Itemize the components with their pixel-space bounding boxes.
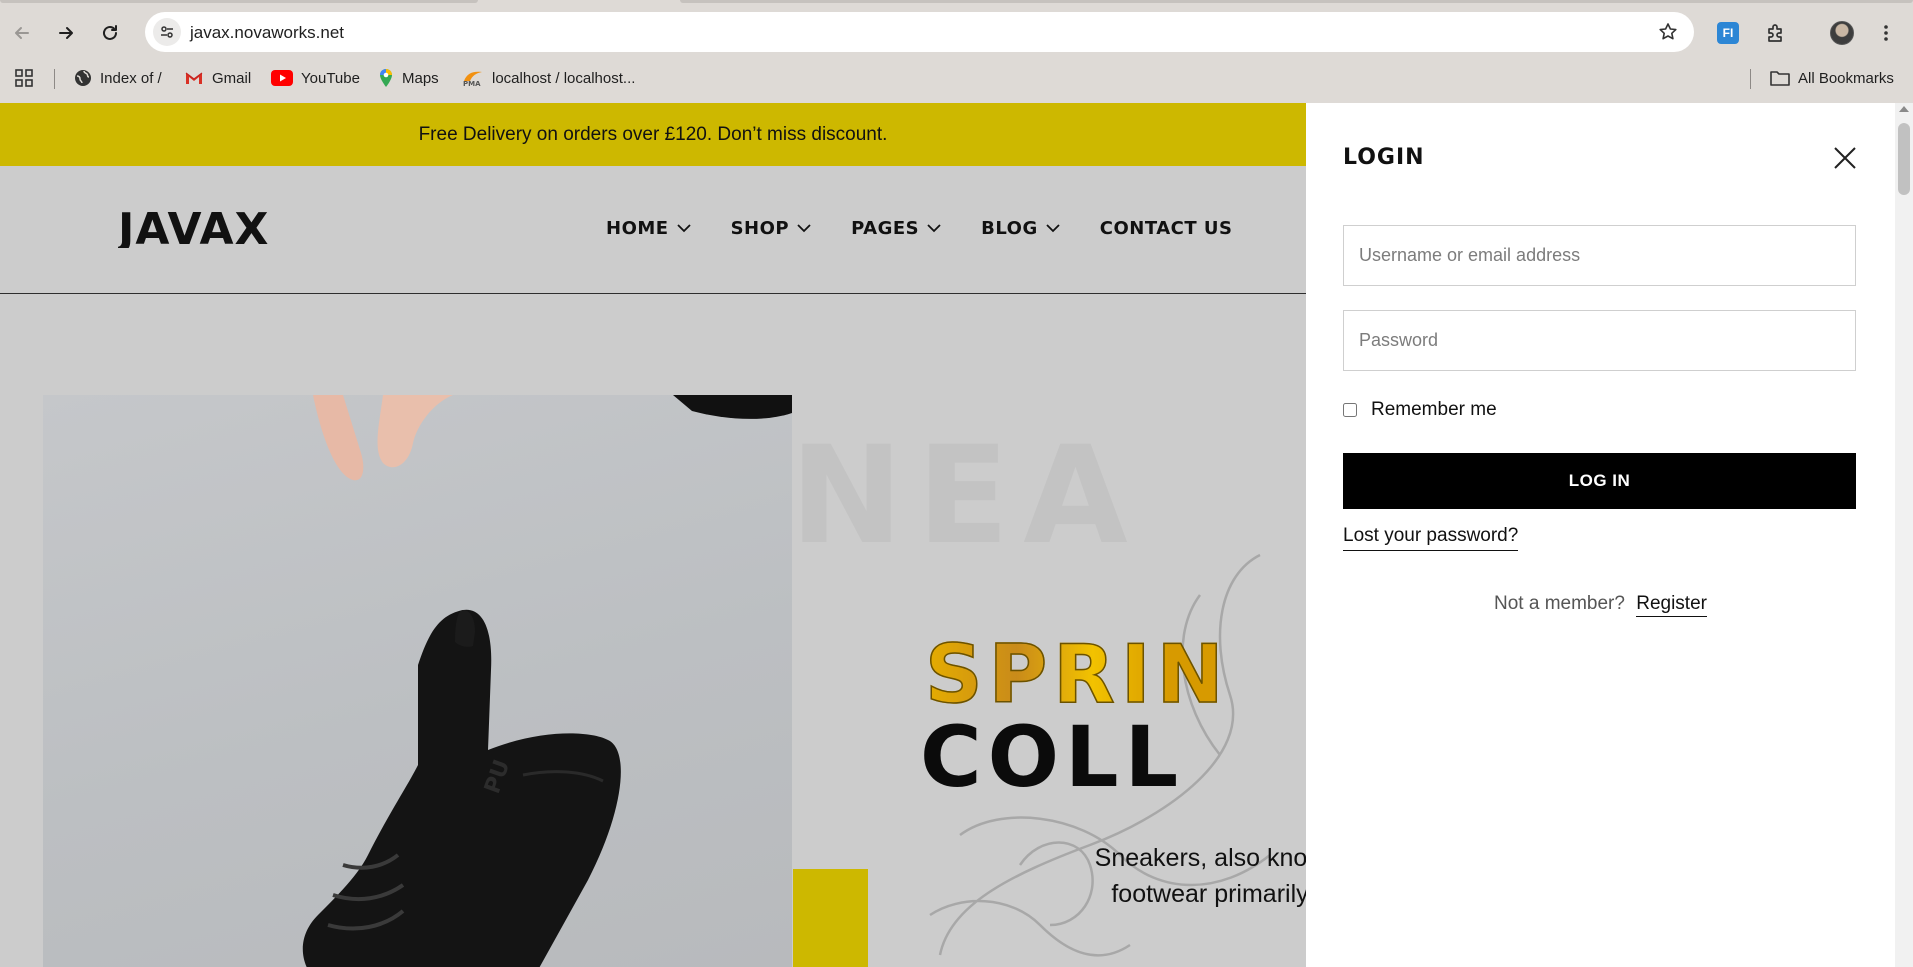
chevron-down-icon	[797, 224, 811, 233]
bookmark-index[interactable]: Index of /	[74, 65, 162, 91]
bookmark-label: Maps	[402, 69, 439, 87]
hero-description-line: Sneakers, also know	[1094, 844, 1306, 872]
page-scrollbar[interactable]	[1895, 103, 1913, 967]
hero-description: Sneakers, also know footwear primarily	[1000, 840, 1306, 912]
hero-description-line: footwear primarily	[1111, 880, 1306, 908]
extension-fi-button[interactable]: FI	[1714, 19, 1742, 47]
brand-logo[interactable]: JAVAX	[115, 204, 282, 255]
url-text[interactable]: javax.novaworks.net	[190, 23, 344, 43]
main-menu: HOME SHOP PAGES BLOG CONTACT US	[606, 218, 1232, 239]
youtube-icon	[271, 70, 293, 86]
apps-grid-icon	[15, 69, 33, 87]
bookmark-star-button[interactable]	[1658, 22, 1678, 47]
scroll-thumb[interactable]	[1898, 123, 1910, 195]
chevron-down-icon	[676, 224, 691, 233]
bookmarks-separator	[54, 69, 55, 89]
menu-item-shop[interactable]: SHOP	[731, 218, 812, 239]
bookmark-localhost[interactable]: PMA localhost / localhost...	[462, 65, 635, 91]
address-bar[interactable]: javax.novaworks.net	[145, 12, 1694, 52]
reload-button[interactable]	[96, 19, 124, 47]
scroll-up-arrow-icon[interactable]	[1899, 106, 1909, 112]
close-drawer-button[interactable]	[1832, 145, 1858, 171]
avatar	[1830, 21, 1854, 45]
menu-item-blog[interactable]: BLOG	[981, 218, 1060, 239]
tab-edge	[680, 0, 1913, 3]
menu-label: PAGES	[851, 218, 920, 239]
tune-icon	[161, 26, 173, 38]
hero-title-line-2: COLL	[920, 708, 1185, 806]
menu-label: HOME	[606, 218, 669, 239]
svg-text:JAVAX: JAVAX	[118, 206, 269, 248]
profile-button[interactable]	[1828, 19, 1856, 47]
globe-icon	[75, 70, 91, 86]
bookmark-label: YouTube	[301, 69, 360, 87]
back-button[interactable]	[8, 19, 36, 47]
extensions-button[interactable]	[1762, 19, 1790, 47]
bookmark-label: Gmail	[212, 69, 252, 87]
kebab-menu-icon	[1884, 25, 1888, 41]
menu-label: SHOP	[730, 218, 790, 239]
svg-text:PMA: PMA	[463, 80, 481, 87]
bookmark-youtube[interactable]: YouTube	[271, 65, 360, 91]
all-bookmarks-button[interactable]: All Bookmarks	[1770, 65, 1894, 91]
register-link[interactable]: Register	[1636, 593, 1707, 617]
forward-arrow-icon	[59, 27, 73, 39]
hero-section: NEA PU SPRIN COLL Sneakers, also know fo…	[0, 295, 1306, 967]
javax-logo-icon: JAVAX	[115, 204, 269, 255]
folder-icon	[1770, 71, 1790, 86]
star-icon	[1659, 23, 1677, 40]
forward-button[interactable]	[52, 19, 80, 47]
menu-item-home[interactable]: HOME	[606, 218, 691, 239]
close-icon	[1834, 147, 1856, 169]
login-button[interactable]: LOG IN	[1343, 453, 1856, 509]
promo-banner: Free Delivery on orders over £120. Don’t…	[0, 103, 1306, 166]
site-header: JAVAX HOME SHOP PAGES BLOG CONTACT US	[0, 166, 1306, 294]
apps-button[interactable]	[14, 65, 34, 91]
puzzle-icon	[1768, 24, 1782, 42]
promo-text: Free Delivery on orders over £120. Don’t…	[418, 123, 888, 145]
bookmark-label: Index of /	[100, 69, 162, 87]
phpmyadmin-icon: PMA	[463, 71, 482, 87]
browser-menu-button[interactable]	[1872, 19, 1900, 47]
tab-edge	[0, 0, 478, 3]
tab-strip	[0, 0, 1913, 10]
maps-icon	[380, 69, 392, 87]
menu-item-contact[interactable]: CONTACT US	[1100, 218, 1233, 239]
chevron-down-icon	[927, 224, 941, 233]
menu-label: CONTACT US	[1099, 218, 1233, 239]
hero-product-photo: PU	[43, 395, 792, 967]
site-info-button[interactable]	[153, 18, 181, 46]
login-drawer: LOGIN Remember me LOG IN Lost your passw…	[1306, 103, 1895, 967]
browser-toolbar: javax.novaworks.net FI	[0, 10, 1913, 52]
remember-me[interactable]: Remember me	[1343, 399, 1497, 421]
username-input[interactable]	[1343, 225, 1856, 286]
menu-item-pages[interactable]: PAGES	[851, 218, 941, 239]
menu-label: BLOG	[981, 218, 1038, 239]
remember-me-checkbox[interactable]	[1343, 403, 1357, 417]
bookmark-maps[interactable]: Maps	[378, 65, 439, 91]
password-input[interactable]	[1343, 310, 1856, 371]
sneaker-photo-image: PU	[302, 395, 792, 967]
reload-icon	[103, 25, 117, 40]
register-prompt: Not a member? Register	[1306, 593, 1895, 617]
bookmark-label: localhost / localhost...	[492, 69, 636, 87]
gmail-icon	[185, 72, 203, 84]
bookmark-gmail[interactable]: Gmail	[184, 65, 251, 91]
bookmarks-separator	[1750, 69, 1751, 89]
bookmarks-bar: Index of / Gmail YouTube Maps PMA localh…	[0, 52, 1913, 103]
extension-fi-icon: FI	[1717, 22, 1739, 44]
chevron-down-icon	[1046, 224, 1060, 233]
login-title: LOGIN	[1343, 145, 1425, 170]
remember-me-label: Remember me	[1371, 399, 1497, 420]
all-bookmarks-label: All Bookmarks	[1798, 69, 1894, 87]
not-member-text: Not a member?	[1494, 593, 1625, 614]
web-page: Free Delivery on orders over £120. Don’t…	[0, 103, 1913, 967]
hero-title-line-1: SPRIN	[924, 628, 1230, 721]
back-arrow-icon	[15, 27, 29, 39]
lost-password-link[interactable]: Lost your password?	[1343, 525, 1519, 551]
accent-block	[793, 869, 868, 967]
